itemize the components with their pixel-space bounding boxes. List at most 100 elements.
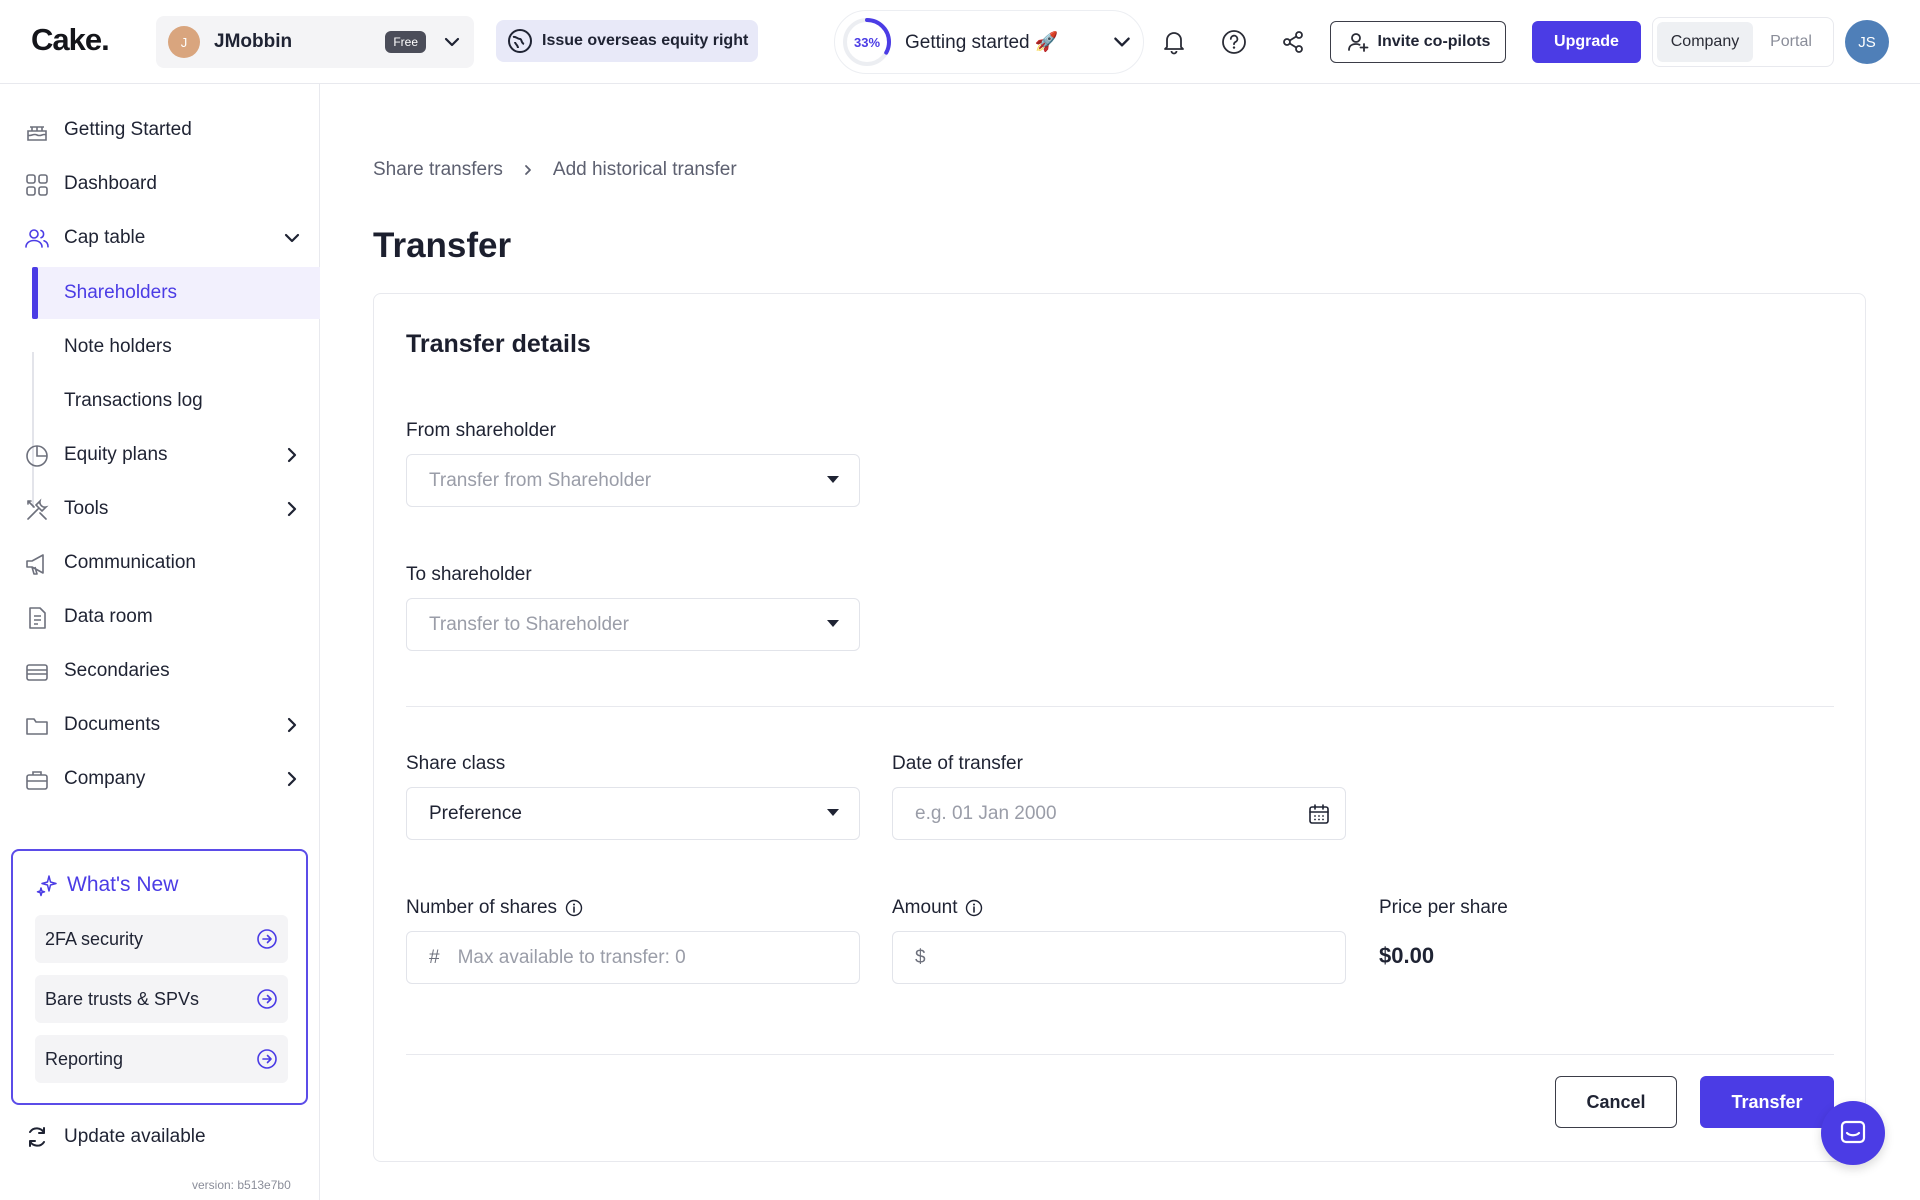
view-toggle: Company Portal bbox=[1652, 17, 1834, 67]
chevron-down-icon bbox=[284, 233, 300, 243]
share-class-label: Share class bbox=[406, 753, 506, 774]
whats-new-panel: What's New 2FA security Bare trusts & SP… bbox=[11, 849, 308, 1105]
amount-text: Amount bbox=[892, 897, 958, 918]
caret-down-icon bbox=[827, 620, 839, 627]
promo-label: Issue overseas equity right bbox=[542, 32, 749, 49]
sidebar-item-secondaries[interactable]: Secondaries bbox=[0, 645, 320, 697]
number-of-shares-text: Number of shares bbox=[406, 897, 558, 918]
share-class-value: Preference bbox=[429, 802, 522, 824]
help-button[interactable] bbox=[1216, 24, 1252, 60]
sidebar-item-label: Tools bbox=[64, 498, 109, 519]
sidebar: Getting Started Dashboard Cap table Shar… bbox=[0, 84, 320, 1200]
number-of-shares-label: Number of shares bbox=[406, 897, 583, 919]
globe-icon bbox=[508, 29, 532, 53]
date-of-transfer-input[interactable]: e.g. 01 Jan 2000 bbox=[892, 787, 1346, 840]
sidebar-item-equity-plans[interactable]: Equity plans bbox=[0, 429, 320, 481]
card-icon bbox=[26, 664, 48, 681]
form-divider bbox=[406, 1054, 1834, 1055]
chevron-right-icon bbox=[525, 165, 531, 175]
sidebar-item-shareholders[interactable]: Shareholders bbox=[32, 267, 320, 319]
progress-ring: 33% bbox=[841, 16, 893, 68]
amount-input[interactable]: $ bbox=[892, 931, 1346, 984]
transfer-button[interactable]: Transfer bbox=[1700, 1076, 1834, 1128]
chevron-down-icon bbox=[1114, 37, 1130, 47]
sidebar-item-dashboard[interactable]: Dashboard bbox=[0, 158, 320, 210]
whats-new-title: What's New bbox=[35, 873, 178, 897]
sidebar-item-label: Equity plans bbox=[64, 444, 168, 465]
arrow-right-circle-icon bbox=[257, 1049, 277, 1069]
cake-logo[interactable]: Cake. bbox=[31, 22, 110, 58]
notifications-button[interactable] bbox=[1156, 24, 1192, 60]
calendar-icon[interactable] bbox=[1307, 802, 1331, 826]
from-shareholder-label: From shareholder bbox=[406, 420, 556, 441]
number-of-shares-input[interactable]: # Max available to transfer: 0 bbox=[406, 931, 860, 984]
sidebar-item-data-room[interactable]: Data room bbox=[0, 591, 320, 643]
sidebar-item-label: Dashboard bbox=[64, 173, 157, 194]
share-button[interactable] bbox=[1275, 24, 1311, 60]
share-class-select[interactable]: Preference bbox=[406, 787, 860, 840]
sidebar-item-label: Transactions log bbox=[64, 390, 203, 411]
whats-new-item-label: Reporting bbox=[45, 1048, 124, 1069]
promo-banner[interactable]: Issue overseas equity right bbox=[496, 20, 759, 62]
tools-icon bbox=[27, 498, 49, 520]
sidebar-item-cap-table[interactable]: Cap table bbox=[0, 212, 320, 264]
date-placeholder: e.g. 01 Jan 2000 bbox=[915, 802, 1057, 824]
sidebar-item-company[interactable]: Company bbox=[0, 753, 320, 805]
sidebar-item-label: Note holders bbox=[64, 336, 172, 357]
chat-launcher-button[interactable] bbox=[1821, 1101, 1885, 1165]
whats-new-item-label: 2FA security bbox=[45, 928, 144, 949]
sidebar-item-communication[interactable]: Communication bbox=[0, 537, 320, 589]
whats-new-label: What's New bbox=[67, 873, 179, 896]
from-shareholder-placeholder: Transfer from Shareholder bbox=[429, 469, 652, 491]
cake-icon bbox=[27, 126, 47, 141]
top-bar: Cake. J JMobbin Free Issue overseas equi… bbox=[0, 0, 1920, 84]
sidebar-item-note-holders[interactable]: Note holders bbox=[32, 321, 320, 373]
getting-started-progress[interactable]: 33% Getting started 🚀 bbox=[834, 10, 1144, 74]
date-of-transfer-label: Date of transfer bbox=[892, 753, 1023, 774]
sidebar-item-label: Communication bbox=[64, 552, 196, 573]
bell-icon bbox=[1164, 32, 1184, 55]
sidebar-item-getting-started[interactable]: Getting Started bbox=[0, 104, 320, 156]
update-available-button[interactable]: Update available bbox=[24, 1124, 206, 1150]
form-divider bbox=[406, 706, 1834, 707]
whats-new-item[interactable]: Bare trusts & SPVs bbox=[35, 975, 288, 1023]
breadcrumb-parent[interactable]: Share transfers bbox=[373, 159, 503, 181]
invite-copilots-button[interactable]: Invite co-pilots bbox=[1330, 21, 1506, 63]
whats-new-item[interactable]: Reporting bbox=[35, 1035, 288, 1083]
price-per-share-label: Price per share bbox=[1379, 897, 1508, 918]
amount-label: Amount bbox=[892, 897, 983, 919]
chevron-right-icon bbox=[287, 447, 297, 463]
toggle-portal[interactable]: Portal bbox=[1753, 22, 1829, 62]
cancel-button[interactable]: Cancel bbox=[1555, 1076, 1677, 1128]
toggle-company[interactable]: Company bbox=[1657, 22, 1753, 62]
document-icon bbox=[29, 607, 46, 629]
breadcrumb: Share transfers Add historical transfer bbox=[373, 159, 737, 181]
caret-down-icon bbox=[827, 809, 839, 816]
info-icon[interactable] bbox=[565, 899, 583, 917]
version-label: version: b513e7b0 bbox=[192, 1178, 291, 1192]
to-shareholder-select[interactable]: Transfer to Shareholder bbox=[406, 598, 860, 651]
sidebar-item-label: Documents bbox=[64, 714, 161, 735]
sidebar-item-tools[interactable]: Tools bbox=[0, 483, 320, 535]
sidebar-item-documents[interactable]: Documents bbox=[0, 699, 320, 751]
user-avatar[interactable]: JS bbox=[1845, 20, 1889, 64]
briefcase-icon bbox=[26, 771, 48, 790]
chevron-down-icon bbox=[444, 37, 460, 47]
caret-down-icon bbox=[827, 476, 839, 483]
price-per-share-value: $0.00 bbox=[1379, 943, 1435, 968]
account-name: JMobbin bbox=[214, 31, 293, 52]
info-icon[interactable] bbox=[965, 899, 983, 917]
sidebar-item-label: Shareholders bbox=[64, 282, 178, 303]
account-switcher[interactable]: J JMobbin Free bbox=[156, 16, 474, 68]
account-avatar: J bbox=[168, 26, 200, 58]
pie-icon bbox=[26, 445, 48, 467]
from-shareholder-select[interactable]: Transfer from Shareholder bbox=[406, 454, 860, 507]
sidebar-item-transactions-log[interactable]: Transactions log bbox=[32, 375, 320, 427]
shares-placeholder: Max available to transfer: 0 bbox=[457, 946, 686, 968]
plan-badge: Free bbox=[385, 31, 426, 53]
folder-icon bbox=[26, 718, 48, 735]
add-user-icon bbox=[1347, 33, 1368, 52]
whats-new-item[interactable]: 2FA security bbox=[35, 915, 288, 963]
sidebar-item-label: Cap table bbox=[64, 227, 146, 248]
upgrade-button[interactable]: Upgrade bbox=[1532, 21, 1641, 63]
